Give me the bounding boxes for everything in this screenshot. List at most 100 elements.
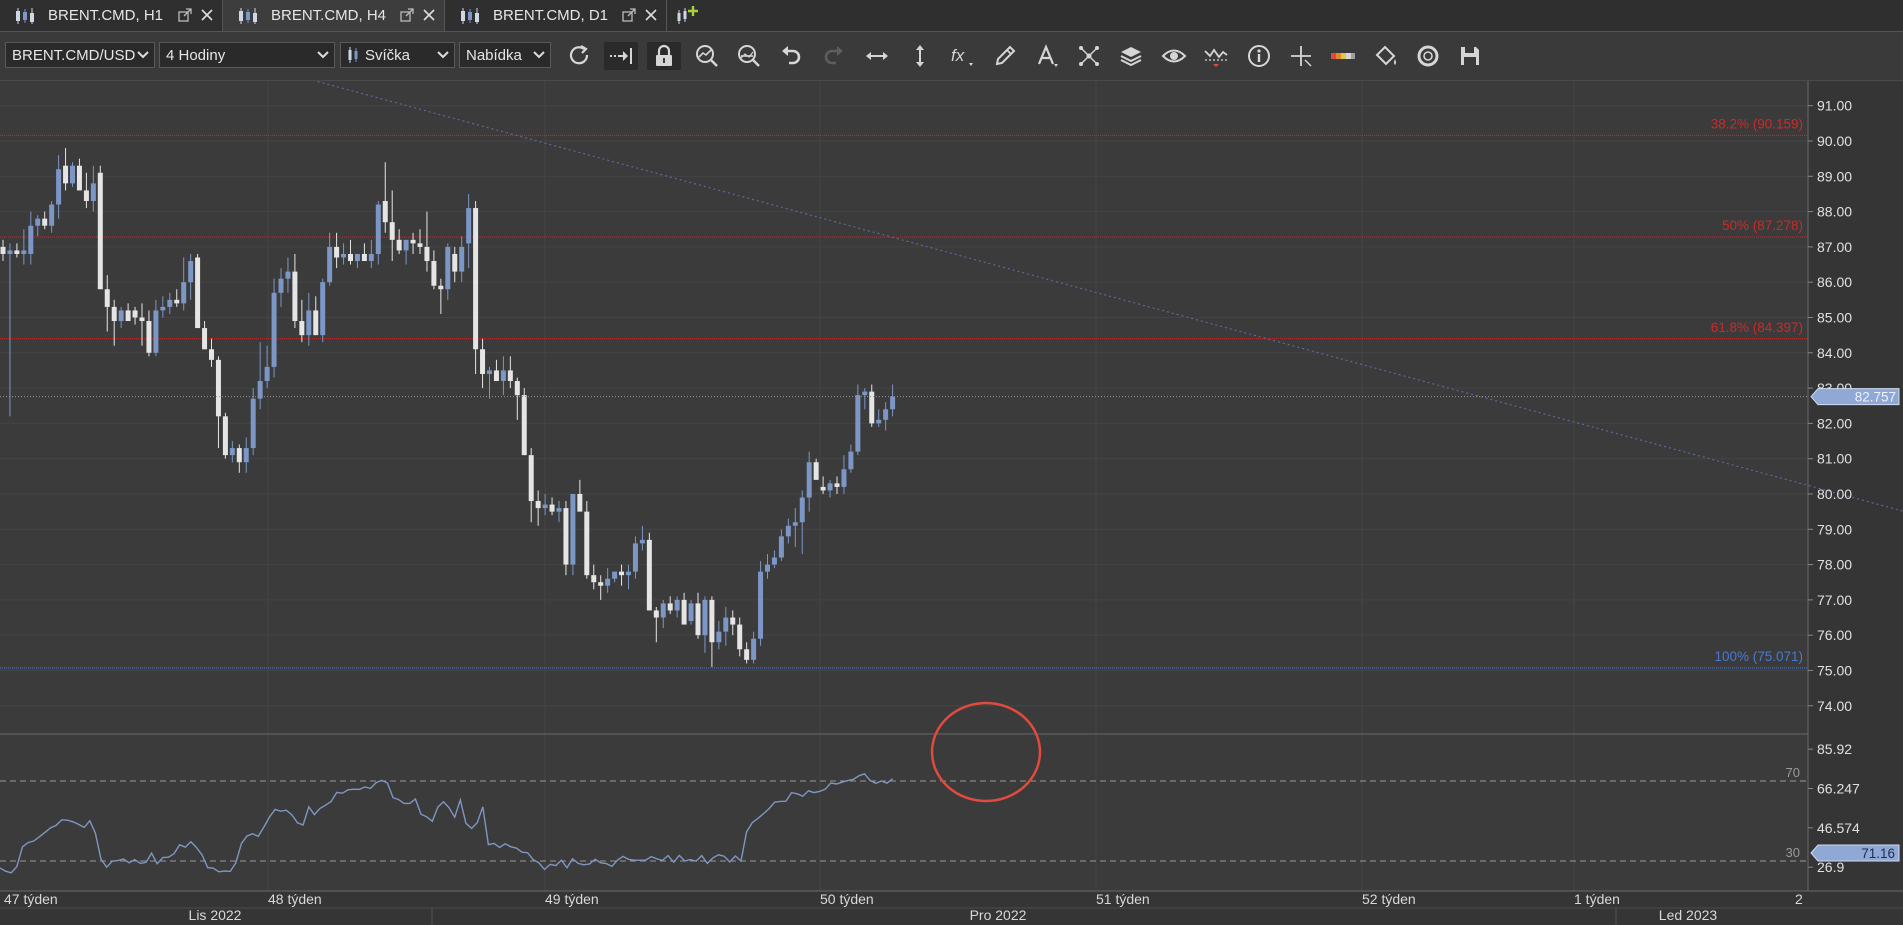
candle-body	[153, 310, 159, 353]
rsi-last-tag: 71.16	[1810, 844, 1900, 862]
indicator-fx-icon: fx	[951, 46, 973, 66]
popout-icon[interactable]	[177, 7, 193, 23]
candle-body	[188, 261, 194, 283]
candle-body	[771, 557, 777, 565]
lock-icon	[656, 44, 672, 66]
candle-body	[480, 349, 486, 374]
candle-body	[799, 497, 805, 523]
price-tick-label: 88.00	[1817, 204, 1852, 220]
crosshair-button[interactable]	[1284, 42, 1318, 70]
candle-body	[855, 395, 861, 452]
price-tick-label: 82.00	[1817, 415, 1852, 431]
instrument-select[interactable]: BRENT.CMD/USD	[5, 42, 155, 68]
chart-type-select[interactable]: Svíčka	[340, 42, 455, 68]
chart-type-value: Svíčka	[365, 46, 411, 64]
autoshift-button[interactable]	[604, 42, 638, 70]
price-tick-label: 80.00	[1817, 486, 1852, 502]
candle-body	[792, 522, 798, 526]
candle-body	[202, 328, 208, 350]
screenshot-button[interactable]	[1411, 42, 1445, 70]
candle-body	[466, 208, 472, 244]
week-label: 1 týden	[1574, 891, 1620, 907]
candle-body	[21, 250, 27, 254]
chevron-down-icon	[437, 51, 449, 59]
horizontal-scale-button[interactable]	[860, 42, 894, 70]
price-tick-label: 87.00	[1817, 239, 1852, 255]
alert-button[interactable]	[1199, 42, 1233, 70]
price-tick-label: 84.00	[1817, 345, 1852, 361]
close-icon[interactable]	[643, 7, 659, 23]
candle-body	[626, 571, 631, 576]
price-tick-label: 75.00	[1817, 662, 1852, 678]
color-bar-icon	[1331, 53, 1355, 59]
save-icon	[1461, 47, 1479, 65]
fibonacci-label: 100% (75.071)	[1714, 649, 1803, 664]
candle-body	[459, 246, 465, 272]
fibonacci-label: 38.2% (90.159)	[1711, 116, 1803, 131]
candle-body	[320, 282, 326, 336]
period-select[interactable]: 4 Hodiny	[159, 42, 335, 68]
zoom-in-button[interactable]	[690, 42, 724, 70]
close-icon[interactable]	[199, 7, 215, 23]
candle-body	[229, 448, 235, 456]
add-chart-icon[interactable]	[676, 4, 700, 26]
candle-body	[876, 419, 882, 424]
visibility-button[interactable]	[1157, 42, 1191, 70]
rsi-pane[interactable]	[0, 734, 1808, 891]
candle-body	[674, 599, 680, 611]
rsi-tick-label: 46.574	[1817, 820, 1860, 836]
candle-body	[174, 299, 180, 304]
lock-button[interactable]	[647, 42, 681, 70]
drawing-button[interactable]	[988, 42, 1022, 70]
redo-button[interactable]	[817, 42, 851, 70]
fibonacci-label: 61.8% (84.397)	[1711, 320, 1803, 335]
candle-body	[209, 349, 214, 360]
candle-body	[341, 253, 347, 258]
candle-body	[709, 599, 715, 643]
refresh-icon	[569, 45, 589, 65]
popout-icon[interactable]	[399, 7, 415, 23]
candle-body	[285, 271, 291, 279]
candle-body	[327, 246, 333, 283]
candle	[688, 599, 694, 625]
price-tick-label: 86.00	[1817, 274, 1852, 290]
chart-panel[interactable]: 38.2% (90.159) 50% (87.278) 61.8% (84.397)…	[0, 81, 1903, 925]
week-label: 52 týden	[1362, 891, 1416, 907]
candle	[584, 501, 590, 579]
candle-body	[737, 624, 743, 650]
tab-brent-d1[interactable]: BRENT.CMD, D1	[445, 0, 667, 31]
indicators-button[interactable]: fx	[945, 42, 979, 70]
price-pane[interactable]	[0, 81, 1808, 734]
undo-button[interactable]	[774, 42, 808, 70]
tab-brent-h1[interactable]: BRENT.CMD, H1	[0, 0, 223, 31]
price-side-select[interactable]: Nabídka	[459, 42, 551, 68]
candle-body	[688, 603, 694, 622]
candle-body	[35, 218, 41, 226]
candle-body	[695, 603, 701, 636]
save-button[interactable]	[1453, 42, 1487, 70]
refresh-button[interactable]	[562, 42, 596, 70]
chevron-down-icon	[137, 51, 149, 59]
candle-body	[195, 257, 201, 329]
rsi-tick-label: 85.92	[1817, 741, 1852, 757]
layers-button[interactable]	[1114, 42, 1148, 70]
info-button[interactable]	[1242, 42, 1276, 70]
candle-body	[167, 299, 173, 307]
color-scheme-button[interactable]	[1326, 42, 1360, 70]
candle-body	[348, 253, 353, 262]
candle-body	[56, 169, 62, 205]
price-tick-label: 89.00	[1817, 168, 1852, 184]
fill-button[interactable]	[1369, 42, 1403, 70]
pattern-button[interactable]	[1072, 42, 1106, 70]
vertical-scale-button[interactable]	[903, 42, 937, 70]
candle-body	[49, 204, 55, 226]
text-tool-button[interactable]	[1030, 42, 1064, 70]
popout-icon[interactable]	[621, 7, 637, 23]
zoom-out-button[interactable]	[732, 42, 766, 70]
redo-icon	[824, 46, 843, 65]
candle-body	[751, 638, 757, 660]
tab-brent-h4[interactable]: BRENT.CMD, H4	[223, 0, 445, 31]
close-icon[interactable]	[421, 7, 437, 23]
candle-body	[584, 511, 590, 576]
candle-body	[76, 165, 82, 191]
